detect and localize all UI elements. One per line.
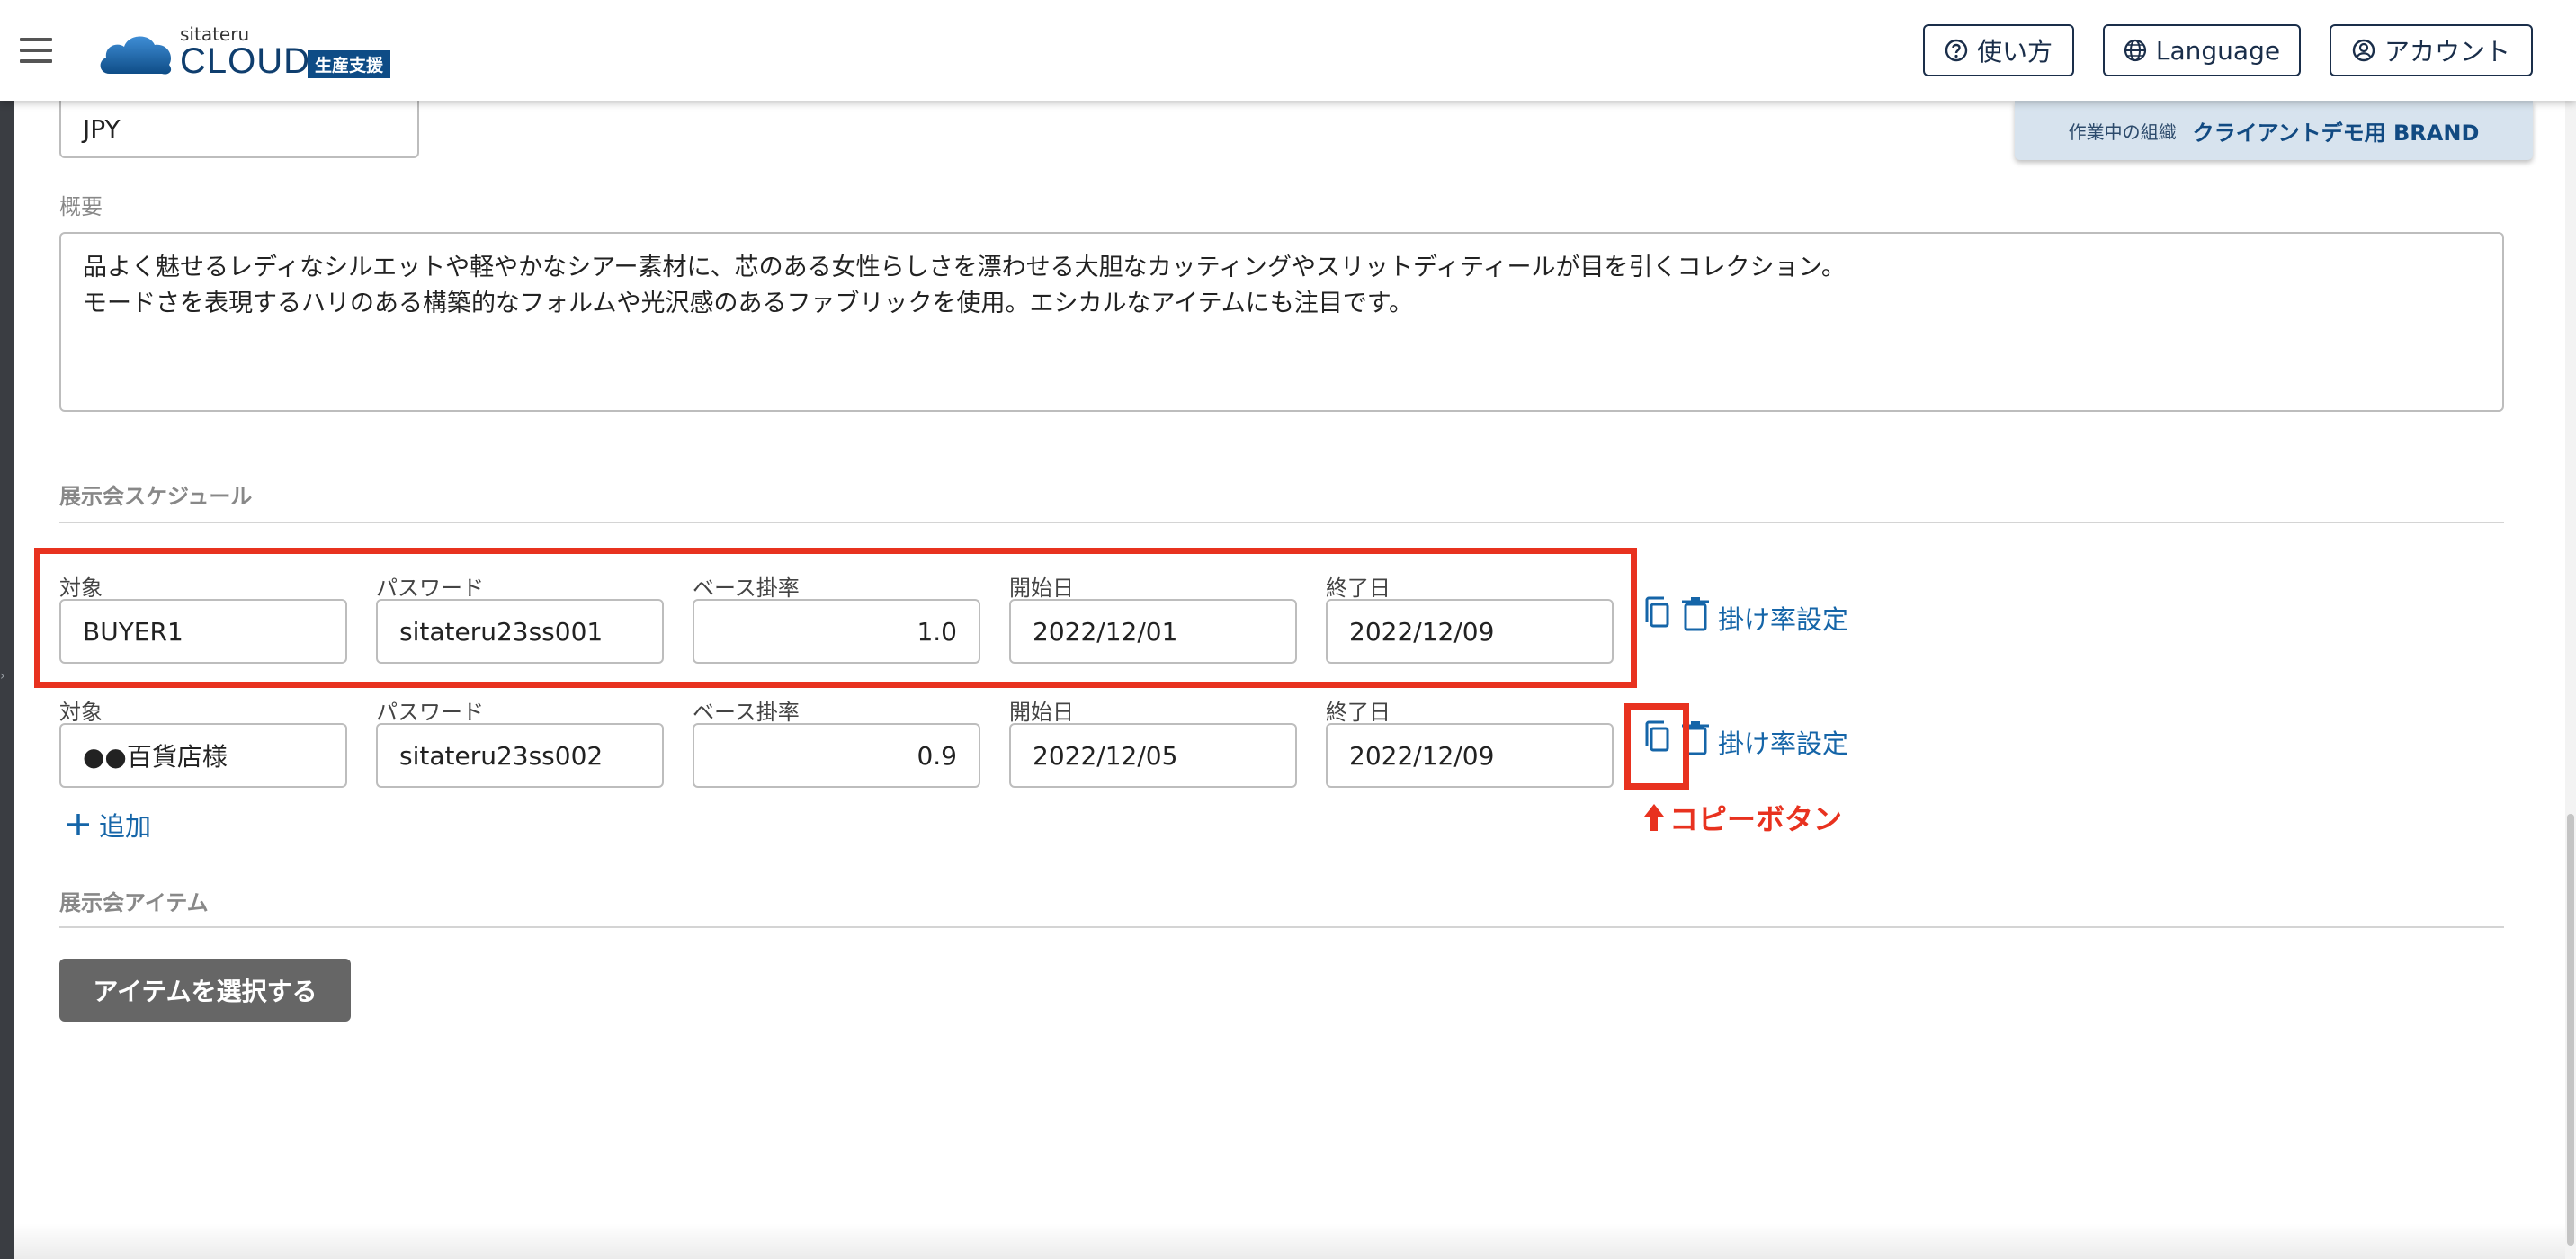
items-section-title: 展示会アイテム — [59, 890, 209, 915]
vertical-scrollbar[interactable] — [2565, 0, 2576, 1259]
plus-icon — [67, 814, 89, 835]
account-circle-icon — [2352, 39, 2375, 62]
summary-label: 概要 — [59, 194, 103, 219]
summary-line-2: モードさを表現するハリのある構築的なフォルムや光沢感のあるファブリックを使用。エ… — [83, 290, 1414, 317]
select-items-button[interactable]: アイテムを選択する — [59, 959, 351, 1022]
rate-setting-link[interactable]: 掛け率設定 — [1718, 723, 1848, 761]
password-value: sitateru23ss002 — [399, 740, 604, 771]
organization-name: クライアントデモ用 BRAND — [2192, 120, 2480, 146]
items-divider — [59, 926, 2504, 928]
target-input[interactable]: ●●百貨店様 — [59, 723, 347, 788]
logo-badge: 生産支援 — [308, 50, 391, 78]
schedule-divider — [59, 522, 2504, 523]
target-label: 対象 — [59, 700, 103, 725]
summary-line-1: 品よく魅せるレディなシルエットや軽やかなシアー素材に、芯のある女性らしさを漂わせ… — [83, 254, 1846, 281]
end-date-value: 2022/12/09 — [1349, 740, 1495, 771]
language-button-label: Language — [2155, 35, 2281, 66]
globe-icon — [2124, 39, 2147, 62]
account-button[interactable]: アカウント — [2330, 24, 2533, 76]
logo-big-text: CLOUD — [180, 41, 311, 81]
rate-setting-link[interactable]: 掛け率設定 — [1718, 599, 1848, 637]
current-organization-tag: 作業中の組織 クライアントデモ用 BRAND — [2015, 101, 2533, 160]
annotation-text: コピーボタン — [1669, 802, 1843, 836]
schedule-section-title: 展示会スケジュール — [59, 484, 253, 509]
left-side-strip: › — [0, 0, 14, 1259]
account-button-label: アカウント — [2384, 37, 2510, 67]
expand-handle-icon[interactable]: › — [0, 669, 7, 683]
help-button-label: 使い方 — [1976, 37, 2053, 67]
help-button[interactable]: 使い方 — [1923, 24, 2074, 76]
add-schedule-link[interactable]: 追加 — [65, 806, 151, 844]
add-schedule-label: 追加 — [99, 811, 152, 842]
highlight-box-row — [34, 548, 1637, 688]
language-button[interactable]: Language — [2103, 24, 2301, 76]
scrollbar-thumb[interactable] — [2567, 814, 2574, 1246]
base-rate-value: 0.9 — [917, 740, 957, 771]
currency-value: JPY — [83, 114, 121, 144]
start-date-value: 2022/12/05 — [1033, 740, 1178, 771]
highlight-box-copy-button — [1624, 703, 1689, 790]
summary-textarea[interactable]: 品よく魅せるレディなシルエットや軽やかなシアー素材に、芯のある女性らしさを漂わせ… — [59, 232, 2504, 412]
arrow-up-icon — [1644, 804, 1664, 831]
organization-label: 作業中の組織 — [2068, 121, 2177, 143]
start-date-input[interactable]: 2022/12/05 — [1009, 723, 1297, 788]
app-logo[interactable]: sitateru CLOUD 生産支援 — [97, 23, 403, 81]
help-circle-icon — [1945, 39, 1968, 62]
end-date-label: 終了日 — [1326, 700, 1391, 725]
password-input[interactable]: sitateru23ss002 — [376, 723, 664, 788]
trash-icon[interactable] — [1680, 595, 1711, 631]
target-value: ●●百貨店様 — [83, 742, 228, 772]
base-rate-label: ベース掛率 — [693, 700, 800, 725]
currency-field[interactable]: JPY — [59, 94, 419, 158]
copy-button-annotation: コピーボタン — [1642, 797, 1842, 838]
copy-icon[interactable] — [1642, 595, 1673, 631]
cloud-logo-icon — [100, 36, 172, 75]
base-rate-input[interactable]: 0.9 — [693, 723, 980, 788]
end-date-input[interactable]: 2022/12/09 — [1326, 723, 1614, 788]
app-header: sitateru CLOUD 生産支援 使い方 Language アカウント — [0, 0, 2576, 101]
menu-icon[interactable] — [20, 38, 52, 63]
start-date-label: 開始日 — [1009, 700, 1074, 725]
bottom-shadow — [14, 1223, 2565, 1259]
password-label: パスワード — [376, 700, 484, 725]
